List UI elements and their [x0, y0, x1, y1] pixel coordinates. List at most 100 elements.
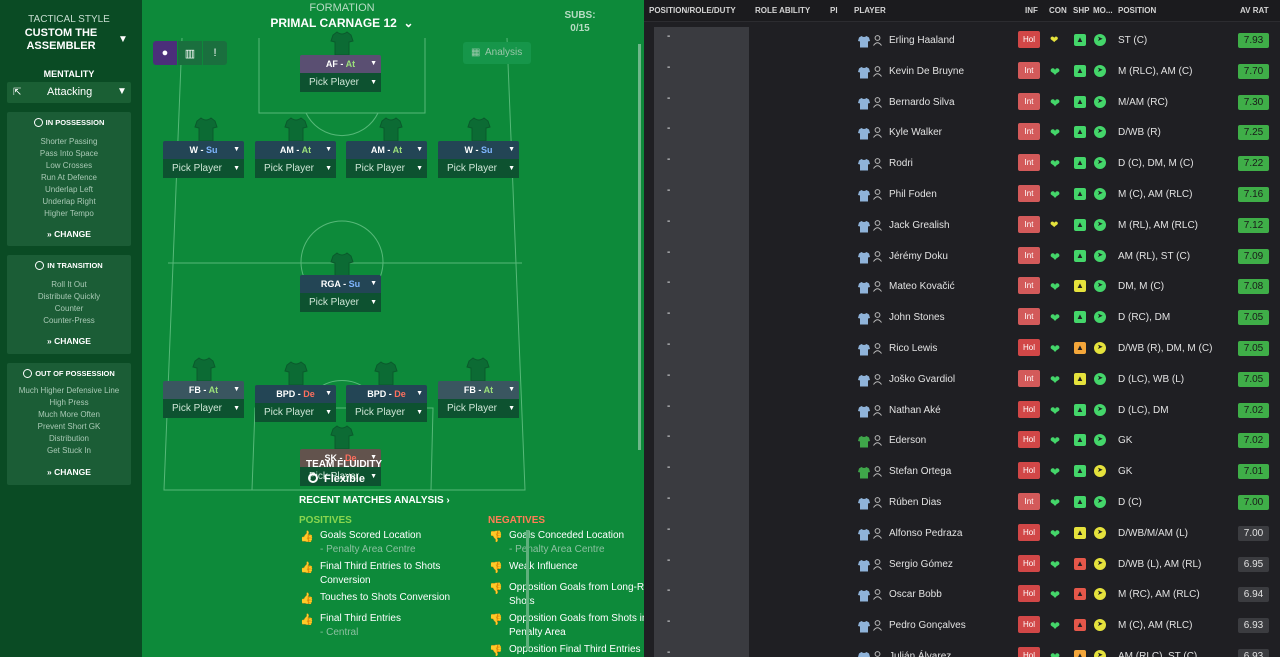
table-row[interactable]: - Rodri Int ❤ ▲ ➤ D (C), DM, M (C) 7.22	[644, 149, 1280, 179]
role-duty-selector[interactable]: AM - At ▼	[255, 141, 336, 159]
table-row[interactable]: - Ederson Hol ❤ ▲ ➤ GK 7.02	[644, 426, 1280, 456]
table-row[interactable]: - Jérémy Doku Int ❤ ▲ ➤ AM (RL), ST (C) 7.09	[644, 242, 1280, 272]
player-name[interactable]: Rúben Dias	[889, 497, 941, 508]
pick-player-dropdown[interactable]: Pick Player ▼	[255, 403, 336, 422]
table-row[interactable]: - Erling Haaland Hol ❤ ▲ ➤ ST (C) 7.93	[644, 26, 1280, 56]
player-name[interactable]: Rico Lewis	[889, 343, 937, 354]
pick-player-dropdown[interactable]: Pick Player ▼	[300, 73, 381, 92]
player-name[interactable]: Alfonso Pedraza	[889, 528, 962, 539]
position-slot[interactable]: BPD - De ▼ Pick Player ▼	[346, 385, 427, 423]
role-duty-selector[interactable]: FB - At ▼	[438, 381, 519, 399]
table-row[interactable]: - Kevin De Bruyne Int ❤ ▲ ➤ M (RLC), AM (C) 7.7…	[644, 57, 1280, 87]
position-slot[interactable]: W - Su ▼ Pick Player ▼	[438, 141, 519, 179]
role-duty-selector[interactable]: W - Su ▼	[163, 141, 244, 159]
pick-player-dropdown[interactable]: Pick Player ▼	[438, 159, 519, 178]
role-duty-selector[interactable]: AF - At ▼	[300, 55, 381, 73]
table-row[interactable]: - Jack Grealish Int ❤ ▲ ➤ M (RL), AM (RLC) 7.12	[644, 211, 1280, 241]
player-info-view-icon[interactable]: ●	[153, 41, 177, 65]
role-duty-selector[interactable]: W - Su ▼	[438, 141, 519, 159]
change-in-possession-button[interactable]: » CHANGE	[7, 229, 131, 239]
chevron-down-icon[interactable]: ▼	[118, 34, 128, 45]
player-name[interactable]: Bernardo Silva	[889, 97, 955, 108]
position-slot[interactable]: RGA - Su ▼ Pick Player ▼	[300, 275, 381, 313]
formation-selector[interactable]: PRIMAL CARNAGE 12 ⌄	[142, 16, 542, 30]
pick-player-dropdown[interactable]: Pick Player ▼	[438, 399, 519, 418]
pick-player-dropdown[interactable]: Pick Player ▼	[300, 293, 381, 312]
role-duty-selector[interactable]: FB - At ▼	[163, 381, 244, 399]
change-out-of-possession-button[interactable]: » CHANGE	[7, 467, 131, 477]
positive-item[interactable]: Final Third Entries to Shots Conversion	[320, 560, 480, 588]
player-name[interactable]: Rodri	[889, 158, 913, 169]
role-duty-selector[interactable]: BPD - De ▼	[255, 385, 336, 403]
player-name[interactable]: Julián Álvarez	[889, 651, 951, 657]
col-mo[interactable]: MO...	[1093, 6, 1113, 15]
recent-matches-analysis-link[interactable]: RECENT MATCHES ANALYSIS ›	[299, 495, 450, 506]
table-row[interactable]: - Stefan Ortega Hol ❤ ▲ ➤ GK 7.01	[644, 457, 1280, 487]
player-name[interactable]: Jérémy Doku	[889, 251, 948, 262]
col-av-rat[interactable]: AV RAT	[1240, 6, 1269, 15]
col-con[interactable]: CON	[1049, 6, 1067, 15]
position-slot[interactable]: BPD - De ▼ Pick Player ▼	[255, 385, 336, 423]
player-name[interactable]: Nathan Aké	[889, 405, 941, 416]
table-row[interactable]: - Oscar Bobb Hol ❤ ▲ ➤ M (RC), AM (RLC) 6.94	[644, 580, 1280, 610]
player-name[interactable]: Mateo Kovačić	[889, 281, 955, 292]
player-name[interactable]: Phil Foden	[889, 189, 937, 200]
player-name[interactable]: Erling Haaland	[889, 35, 955, 46]
role-duty-selector[interactable]: BPD - De ▼	[346, 385, 427, 403]
pick-player-dropdown[interactable]: Pick Player ▼	[346, 403, 427, 422]
player-name[interactable]: Oscar Bobb	[889, 589, 942, 600]
table-row[interactable]: - Kyle Walker Int ❤ ▲ ➤ D/WB (R) 7.25	[644, 118, 1280, 148]
table-row[interactable]: - Alfonso Pedraza Hol ❤ ▲ ➤ D/WB/M/AM (L) 7.00	[644, 519, 1280, 549]
player-name[interactable]: Pedro Gonçalves	[889, 620, 966, 631]
table-row[interactable]: - Joško Gvardiol Int ❤ ▲ ➤ D (LC), WB (L) 7.05	[644, 365, 1280, 395]
table-row[interactable]: - Mateo Kovačić Int ❤ ▲ ➤ DM, M (C) 7.08	[644, 272, 1280, 302]
position-slot[interactable]: W - Su ▼ Pick Player ▼	[163, 141, 244, 179]
alert-view-icon[interactable]: !	[203, 41, 227, 65]
table-row[interactable]: - Rico Lewis Hol ❤ ▲ ➤ D/WB (R), DM, M (C) 7.05	[644, 334, 1280, 364]
out-of-possession-panel[interactable]: OUT OF POSSESSION Much Higher Defensive …	[7, 363, 131, 485]
pick-player-dropdown[interactable]: Pick Player ▼	[163, 159, 244, 178]
col-pi[interactable]: PI	[830, 6, 838, 15]
position-slot[interactable]: AF - At ▼ Pick Player ▼	[300, 55, 381, 93]
bar-chart-view-icon[interactable]: ▥	[178, 41, 202, 65]
col-inf[interactable]: INF	[1025, 6, 1038, 15]
positive-item[interactable]: Touches to Shots Conversion	[320, 591, 480, 605]
tactical-style-name[interactable]: CUSTOM THE ASSEMBLER	[8, 27, 114, 53]
player-name[interactable]: Jack Grealish	[889, 220, 950, 231]
player-name[interactable]: John Stones	[889, 312, 945, 323]
player-name[interactable]: Ederson	[889, 435, 926, 446]
role-duty-selector[interactable]: RGA - Su ▼	[300, 275, 381, 293]
table-row[interactable]: - Julián Álvarez Hol ❤ ▲ ➤ AM (RLC), ST (C) 6.9…	[644, 642, 1280, 657]
pick-player-dropdown[interactable]: Pick Player ▼	[255, 159, 336, 178]
position-slot[interactable]: FB - At ▼ Pick Player ▼	[163, 381, 244, 419]
table-row[interactable]: - Rúben Dias Int ❤ ▲ ➤ D (C) 7.00	[644, 488, 1280, 518]
change-in-transition-button[interactable]: » CHANGE	[7, 336, 131, 346]
in-possession-panel[interactable]: IN POSSESSION Shorter Passing Pass Into …	[7, 112, 131, 246]
table-row[interactable]: - Bernardo Silva Int ❤ ▲ ➤ M/AM (RC) 7.30	[644, 88, 1280, 118]
col-player[interactable]: PLAYER	[854, 6, 886, 15]
positive-item[interactable]: Goals Scored Location - Penalty Area Cent…	[320, 529, 480, 557]
table-row[interactable]: - Nathan Aké Hol ❤ ▲ ➤ D (LC), DM 7.02	[644, 396, 1280, 426]
in-transition-panel[interactable]: IN TRANSITION Roll It Out Distribute Qui…	[7, 255, 131, 354]
table-row[interactable]: - Pedro Gonçalves Hol ❤ ▲ ➤ M (C), AM (RLC) 6.9…	[644, 611, 1280, 641]
col-position-role-duty[interactable]: POSITION/ROLE/DUTY	[649, 6, 736, 15]
col-position[interactable]: POSITION	[1118, 6, 1156, 15]
col-shp[interactable]: SHP	[1073, 6, 1089, 15]
role-duty-selector[interactable]: AM - At ▼	[346, 141, 427, 159]
analysis-button[interactable]: ▦ Analysis	[463, 42, 531, 64]
pick-player-dropdown[interactable]: Pick Player ▼	[163, 399, 244, 418]
mentality-dropdown[interactable]: ⇱ Attacking ▼	[7, 82, 131, 103]
position-slot[interactable]: AM - At ▼ Pick Player ▼	[255, 141, 336, 179]
player-name[interactable]: Joško Gvardiol	[889, 374, 955, 385]
pick-player-dropdown[interactable]: Pick Player ▼	[346, 159, 427, 178]
col-role-ability[interactable]: ROLE ABILITY	[755, 6, 810, 15]
table-row[interactable]: - Phil Foden Int ❤ ▲ ➤ M (C), AM (RLC) 7.16	[644, 180, 1280, 210]
player-name[interactable]: Sergio Gómez	[889, 559, 953, 570]
position-slot[interactable]: FB - At ▼ Pick Player ▼	[438, 381, 519, 419]
analysis-scrollbar[interactable]	[526, 530, 529, 650]
player-name[interactable]: Kevin De Bruyne	[889, 66, 964, 77]
player-name[interactable]: Kyle Walker	[889, 127, 942, 138]
position-slot[interactable]: AM - At ▼ Pick Player ▼	[346, 141, 427, 179]
positive-item[interactable]: Final Third Entries - Central	[320, 612, 480, 640]
table-row[interactable]: - John Stones Int ❤ ▲ ➤ D (RC), DM 7.05	[644, 303, 1280, 333]
